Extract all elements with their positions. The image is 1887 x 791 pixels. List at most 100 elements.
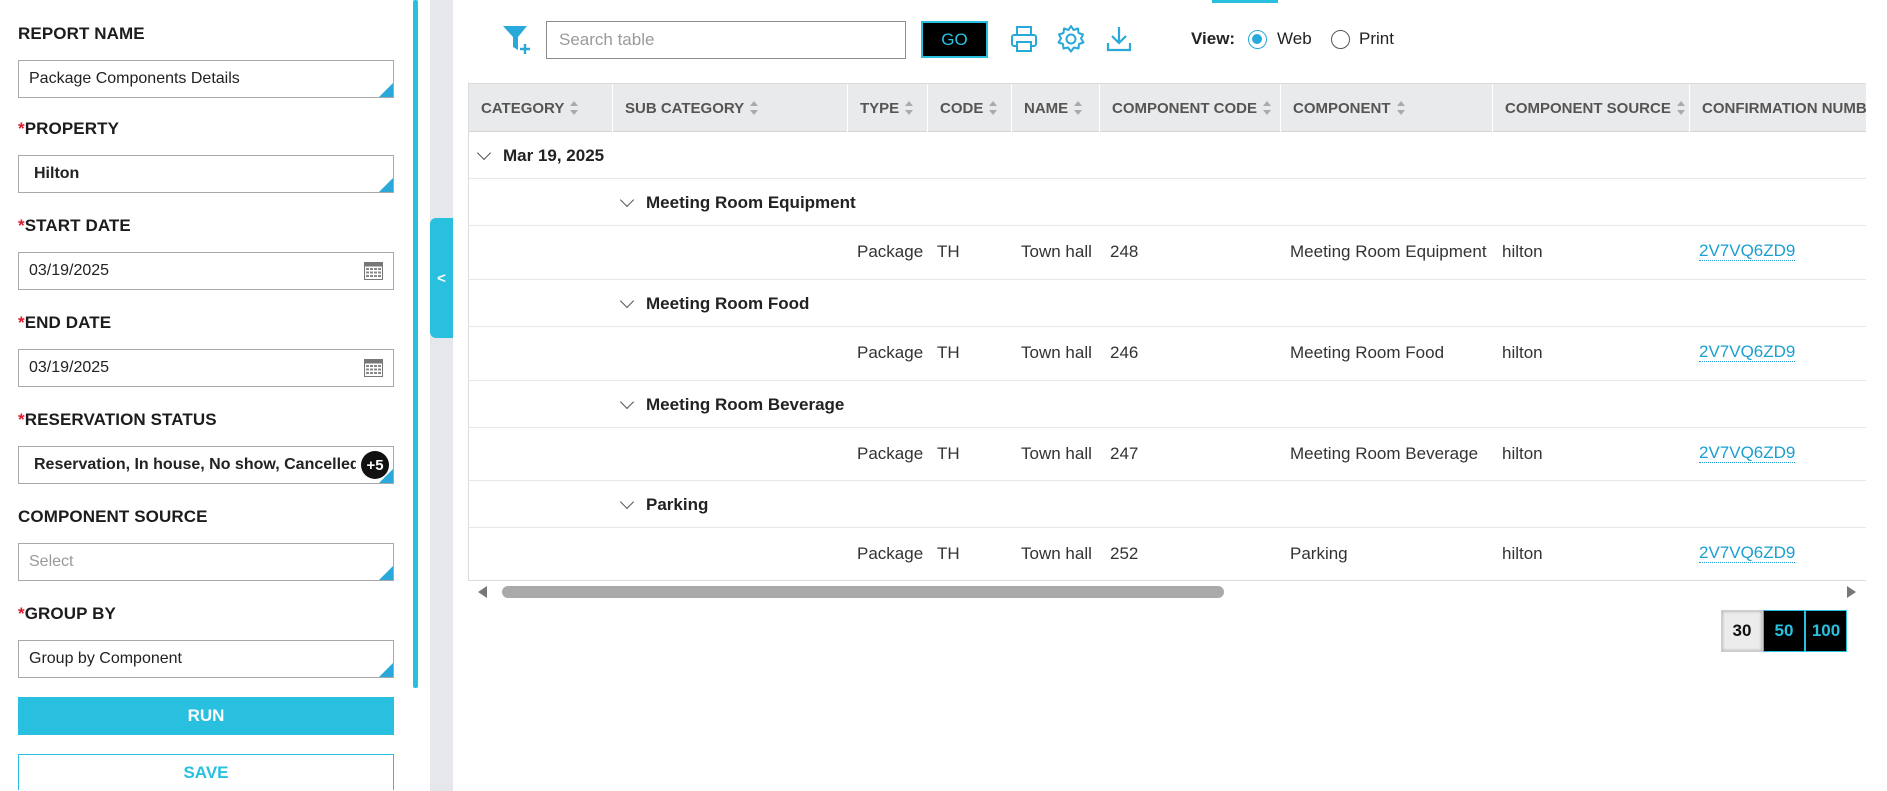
cell-type: Package	[857, 343, 924, 362]
cell-component-code: 252	[1110, 544, 1139, 563]
column-header-code[interactable]: CODE	[928, 84, 1012, 132]
reservation-status-label: *RESERVATION STATUS	[18, 410, 217, 429]
column-header-name[interactable]: NAME	[1012, 84, 1100, 132]
view-print-label[interactable]: Print	[1359, 29, 1394, 49]
cell-code: TH	[937, 343, 960, 362]
cell-component-code: 247	[1110, 444, 1139, 463]
chevron-down-icon[interactable]	[619, 293, 635, 308]
chevron-down-icon[interactable]	[619, 192, 635, 207]
table-row: Package TH Town hall 246 Meeting Room Fo…	[469, 327, 1866, 381]
subgroup-row[interactable]: Meeting Room Equipment	[469, 179, 1866, 226]
cell-component-code: 248	[1110, 242, 1139, 261]
page-size-100[interactable]: 100	[1805, 610, 1847, 652]
view-web-label[interactable]: Web	[1277, 29, 1312, 49]
sort-icon[interactable]	[1074, 101, 1083, 115]
report-name-field[interactable]: Package Components Details	[18, 60, 394, 98]
calendar-icon[interactable]	[364, 359, 383, 377]
page-size-50[interactable]: 50	[1763, 610, 1805, 652]
collapse-panel-button[interactable]: <	[430, 218, 453, 338]
cell-component: Meeting Room Beverage	[1290, 444, 1479, 463]
column-header-type[interactable]: TYPE	[848, 84, 928, 132]
active-tab-indicator	[1212, 0, 1278, 3]
chevron-down-icon[interactable]	[619, 394, 635, 409]
confirmation-number-link[interactable]: 2V7VQ6ZD9	[1699, 242, 1796, 261]
search-table-box[interactable]	[546, 21, 906, 59]
sort-icon[interactable]	[989, 101, 998, 115]
group-by-value: Group by Component	[29, 650, 182, 667]
calendar-icon[interactable]	[364, 262, 383, 280]
report-table: CATEGORY SUB CATEGORY TYPE CODE NAME COM…	[468, 83, 1866, 581]
column-header-component-code[interactable]: COMPONENT CODE	[1100, 84, 1281, 132]
search-table-input[interactable]	[559, 30, 905, 50]
start-date-field[interactable]: 03/19/2025	[18, 252, 394, 290]
cell-component-source: hilton	[1502, 444, 1543, 463]
component-source-placeholder: Select	[29, 553, 74, 570]
cell-name: Town hall	[1021, 444, 1092, 463]
print-icon[interactable]	[1008, 23, 1040, 55]
save-button[interactable]: SAVE	[18, 754, 394, 790]
group-date-label: Mar 19, 2025	[503, 145, 605, 165]
column-header-sub-category[interactable]: SUB CATEGORY	[613, 84, 848, 132]
cell-component-source: hilton	[1502, 544, 1543, 563]
subgroup-row[interactable]: Meeting Room Food	[469, 280, 1866, 327]
end-date-value: 03/19/2025	[29, 359, 110, 376]
start-date-value: 03/19/2025	[29, 262, 110, 279]
report-name-label: REPORT NAME	[18, 24, 145, 43]
sort-icon[interactable]	[905, 101, 914, 115]
cell-component-code: 246	[1110, 343, 1139, 362]
chevron-down-icon[interactable]	[619, 494, 635, 509]
more-count-badge[interactable]: +5	[361, 451, 389, 479]
group-by-label: *GROUP BY	[18, 604, 116, 623]
subgroup-row[interactable]: Parking	[469, 481, 1866, 528]
go-button[interactable]: GO	[921, 21, 988, 58]
scrollbar-thumb[interactable]	[502, 586, 1224, 598]
report-name-value: Package Components Details	[29, 70, 240, 87]
subgroup-row[interactable]: Meeting Room Beverage	[469, 381, 1866, 428]
subgroup-title: Meeting Room Food	[646, 293, 810, 313]
confirmation-number-link[interactable]: 2V7VQ6ZD9	[1699, 544, 1796, 563]
group-by-select[interactable]: Group by Component	[18, 640, 394, 678]
scroll-left-arrow-icon[interactable]	[478, 586, 487, 598]
run-button[interactable]: RUN	[18, 697, 394, 735]
start-date-label: *START DATE	[18, 216, 131, 235]
column-header-component[interactable]: COMPONENT	[1281, 84, 1493, 132]
filter-add-icon[interactable]	[500, 22, 534, 56]
column-header-category[interactable]: CATEGORY	[469, 84, 613, 132]
column-header-component-source[interactable]: COMPONENT SOURCE	[1493, 84, 1690, 132]
table-horizontal-scrollbar[interactable]	[468, 582, 1866, 602]
required-mark: *	[18, 604, 25, 623]
settings-gear-icon[interactable]	[1055, 23, 1087, 55]
download-icon[interactable]	[1103, 23, 1135, 55]
sort-icon[interactable]	[1676, 101, 1685, 115]
view-print-radio[interactable]	[1331, 30, 1350, 49]
property-select[interactable]: Hilton	[18, 155, 394, 193]
date-group-row[interactable]: Mar 19, 2025	[469, 132, 1866, 179]
chevron-down-icon[interactable]	[476, 145, 492, 160]
property-value: Hilton	[34, 165, 80, 182]
scroll-right-arrow-icon[interactable]	[1847, 586, 1856, 598]
cell-name: Town hall	[1021, 343, 1092, 362]
sort-icon[interactable]	[570, 101, 579, 115]
property-label: *PROPERTY	[18, 119, 120, 138]
dropdown-corner-icon	[379, 178, 393, 192]
reservation-status-select[interactable]: Reservation, In house, No show, Cancelle…	[18, 446, 394, 484]
required-mark: *	[18, 216, 25, 235]
confirmation-number-link[interactable]: 2V7VQ6ZD9	[1699, 343, 1796, 362]
cell-type: Package	[857, 544, 924, 563]
table-header: CATEGORY SUB CATEGORY TYPE CODE NAME COM…	[469, 84, 1866, 132]
page-size-30[interactable]: 30	[1721, 610, 1763, 652]
sort-icon[interactable]	[1396, 101, 1405, 115]
left-panel-scrollbar[interactable]	[413, 0, 418, 688]
component-source-select[interactable]: Select	[18, 543, 394, 581]
component-source-label: COMPONENT SOURCE	[18, 507, 208, 526]
column-header-confirmation-number[interactable]: CONFIRMATION NUMBE	[1690, 84, 1866, 132]
required-mark: *	[18, 119, 25, 138]
view-web-radio[interactable]	[1248, 30, 1267, 49]
dropdown-corner-icon	[379, 566, 393, 580]
cell-code: TH	[937, 544, 960, 563]
sort-icon[interactable]	[1263, 101, 1272, 115]
confirmation-number-link[interactable]: 2V7VQ6ZD9	[1699, 444, 1796, 463]
end-date-field[interactable]: 03/19/2025	[18, 349, 394, 387]
report-filter-panel: REPORT NAME Package Components Details *…	[0, 0, 414, 791]
sort-icon[interactable]	[750, 101, 759, 115]
